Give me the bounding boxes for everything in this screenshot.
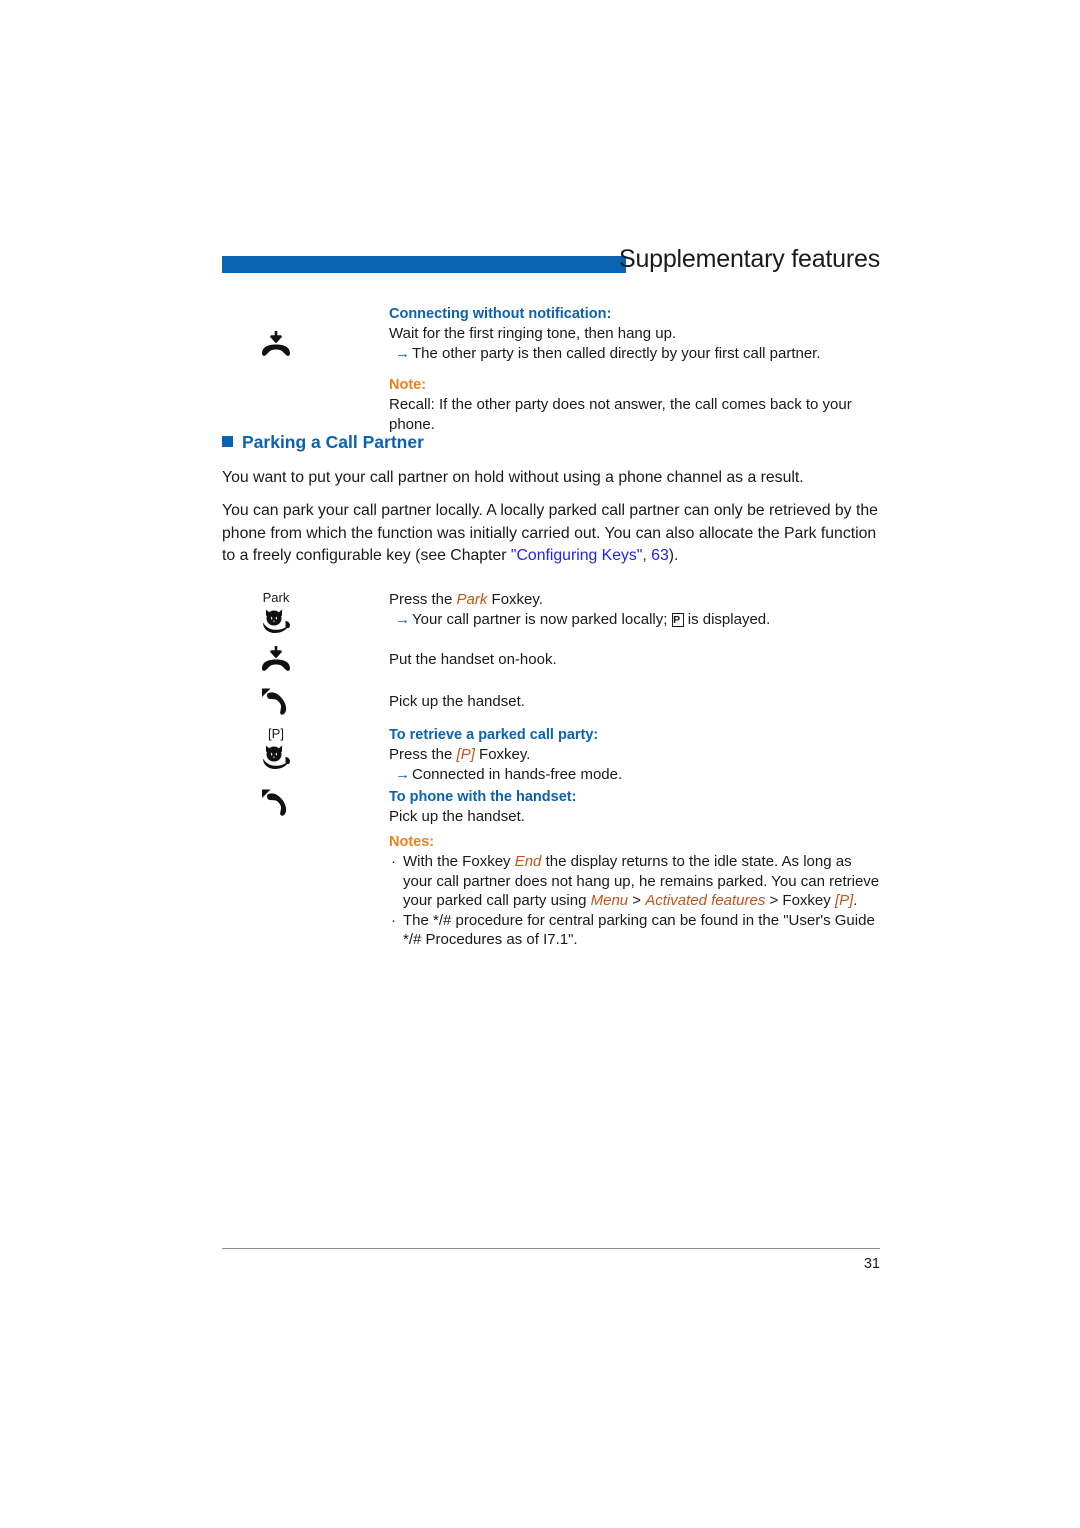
step-2-icon-cell [222,645,330,675]
step-2-text-cell: Put the handset on-hook. [389,650,882,670]
step-4-heading: To retrieve a parked call party: [389,727,599,743]
note-1-seg-5: . [853,892,858,909]
footer-divider [222,1248,880,1249]
step-4-arrow-line: → Connected in hands-free mode. [389,765,882,785]
note-1-seg-3: > [628,892,646,909]
arrow-right-icon: → [395,610,410,628]
note-1-em-1: End [514,853,542,870]
step-4-prefix: Press the [389,746,457,763]
handset-on-hook-icon [262,646,290,671]
step-1-icon-cell: Park [222,590,330,634]
note-1-em-3: Activated features [645,892,766,909]
intro-arrow-line: → The other party is then called directly… [389,344,882,364]
display-parked-p-icon: P [671,612,684,627]
header-accent-bar [222,256,626,273]
step-2-instruction: Put the handset on-hook. [389,651,557,668]
note-2-seg-1: The */# procedure for central parking ca… [403,911,875,949]
step-4-icon-cell: [P] [222,726,330,770]
step-5-instruction: Pick up the handset. [389,808,525,825]
bullet-dot-icon: · [391,853,396,870]
page-header: Supplementary features [222,245,880,284]
section-heading: Parking a Call Partner [222,432,424,453]
note-label: Note: [389,377,427,393]
notes-list: · With the Foxkey End the display returns… [389,852,882,950]
note-1-em-4: [P] [834,892,854,909]
chapter-cross-reference-link[interactable]: "Configuring Keys", 63 [511,547,669,564]
step-1-text-cell: Press the Park Foxkey. → Your call partne… [389,590,882,629]
step-4-instruction: Press the [P] Foxkey. [389,745,882,765]
step-4-text-cell: To retrieve a parked call party: Press t… [389,726,882,784]
step-4-key-caption: [P] [268,726,284,741]
arrow-right-icon: → [395,765,410,783]
section-heading-text: Parking a Call Partner [242,432,424,452]
intro-arrow-text: The other party is then called directly … [412,344,821,362]
paragraph-2-part-b: ). [668,547,679,564]
intro-line-1: Wait for the first ringing tone, then ha… [389,325,677,342]
step-3-text-cell: Pick up the handset. [389,692,882,712]
page-number: 31 [863,1256,880,1272]
section-paragraph-2: You can park your call partner locally. … [222,500,887,568]
step-4-suffix: Foxkey. [474,746,531,763]
section-paragraph-1: You want to put your call partner on hol… [222,469,804,486]
intro-heading: Connecting without notification: [389,306,612,322]
arrow-right-icon: → [395,344,410,362]
note-1-seg-4: > Foxkey [765,892,835,909]
bullet-dot-icon: · [391,911,396,929]
note-1-em-2: Menu [590,892,629,909]
note-text: Recall: If the other party does not answ… [389,396,852,433]
step-4-keyword: [P] [456,746,475,763]
step-1-arrow-prefix: Your call partner is now parked locally; [412,610,672,628]
step-1-suffix: Foxkey. [487,591,543,608]
handset-on-hook-icon [262,331,290,356]
step-1-arrow-suffix: is displayed. [683,610,771,628]
foxkey-fox-icon [263,609,290,633]
step-4-arrow-text: Connected in hands-free mode. [412,765,623,783]
list-item: · The */# procedure for central parking c… [389,911,882,950]
page-title: Supplementary features [618,245,880,273]
foxkey-fox-icon [263,745,290,769]
list-item: · With the Foxkey End the display returns… [389,852,882,911]
step-1-arrow-line: → Your call partner is now parked locally… [389,610,882,630]
intro-text-cell: Connecting without notification: Wait fo… [389,305,882,434]
step-1-prefix: Press the [389,591,457,608]
step-5-icon-cell [222,788,330,818]
notes-text-cell: Notes: · With the Foxkey End the display … [389,833,882,950]
handset-pickup-icon [262,789,287,816]
document-page: Supplementary features Connecting withou… [0,0,1080,1528]
step-1-keyword: Park [456,591,488,608]
step-1-key-caption: Park [262,590,290,605]
step-1-instruction: Press the Park Foxkey. [389,590,882,610]
step-5-heading: To phone with the handset: [389,789,577,805]
handset-pickup-icon [262,688,287,715]
bullet-square-icon [222,436,233,447]
step-5-text-cell: To phone with the handset: Pick up the h… [389,788,882,827]
notes-label: Notes: [389,834,435,850]
step-3-instruction: Pick up the handset. [389,693,525,710]
step-3-icon-cell [222,687,330,717]
intro-icon-cell [222,330,330,360]
note-1-seg-1: With the Foxkey [403,853,515,870]
